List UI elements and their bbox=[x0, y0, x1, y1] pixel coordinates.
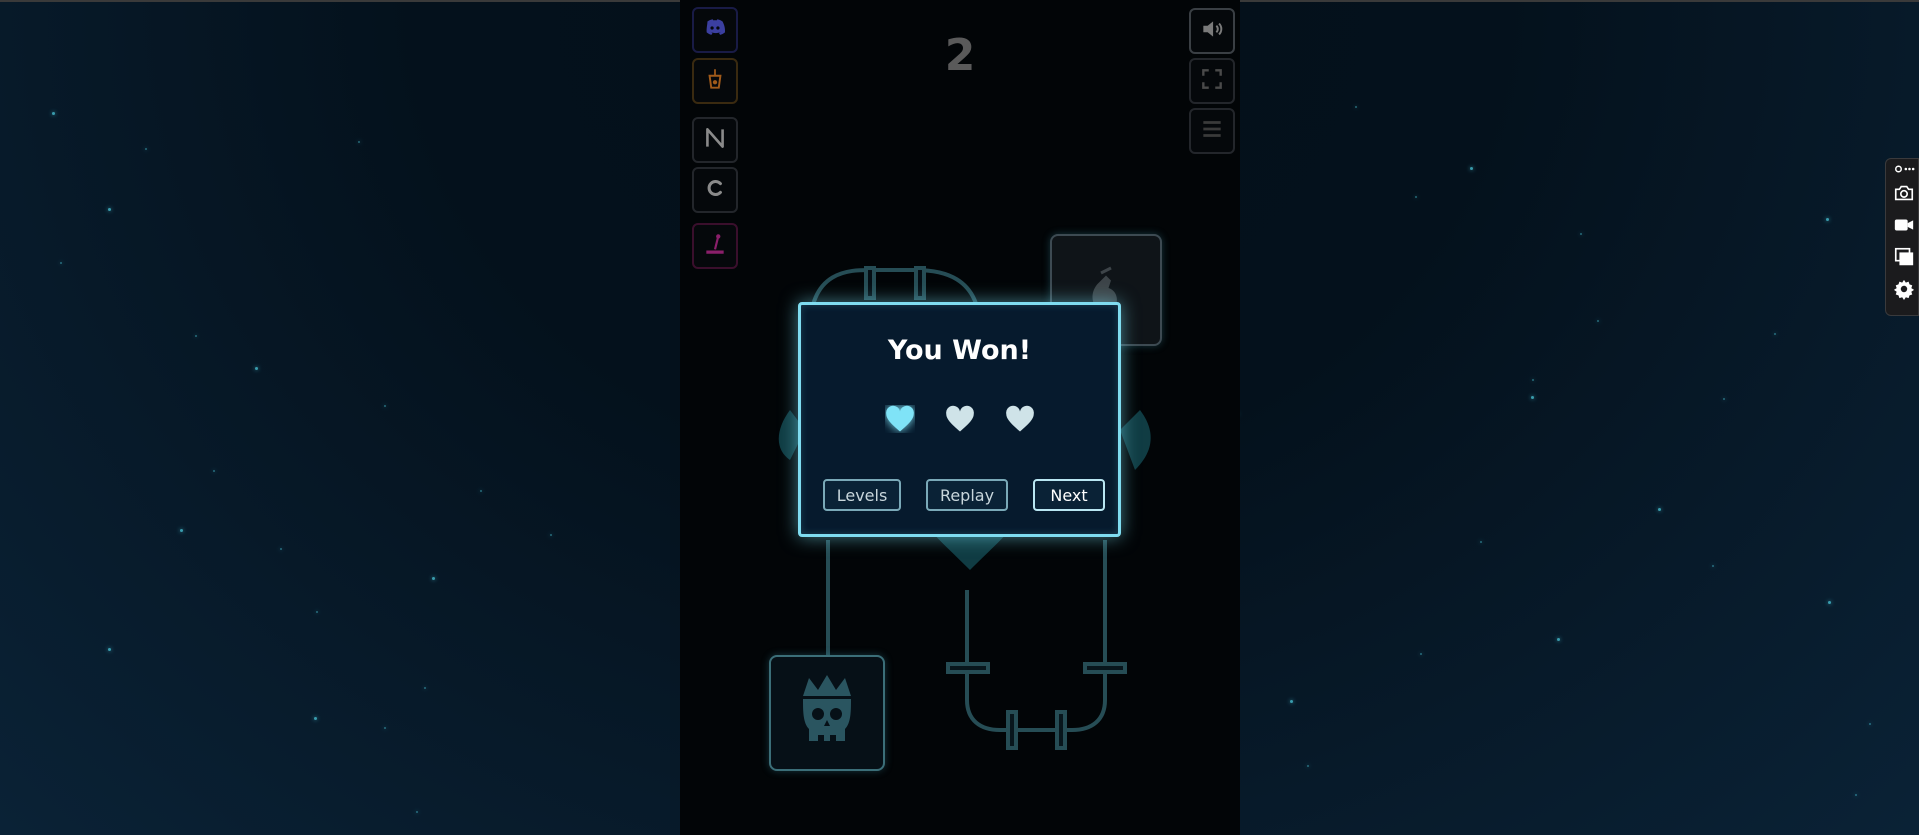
star bbox=[1307, 765, 1309, 767]
star bbox=[480, 490, 482, 492]
star bbox=[1580, 233, 1582, 235]
cup-icon bbox=[702, 66, 728, 96]
star bbox=[384, 727, 386, 729]
replay-button[interactable]: Replay bbox=[926, 479, 1008, 511]
fullscreen-button[interactable] bbox=[1189, 58, 1235, 104]
star bbox=[432, 577, 435, 580]
star bbox=[1532, 379, 1534, 381]
star bbox=[384, 405, 386, 407]
star bbox=[1420, 653, 1422, 655]
star bbox=[108, 208, 111, 211]
star bbox=[1826, 218, 1829, 221]
skull-crown-icon bbox=[791, 666, 863, 760]
star bbox=[1531, 396, 1534, 399]
win-dialog: You Won! Levels Replay Next bbox=[798, 302, 1121, 537]
star bbox=[213, 470, 215, 472]
star bbox=[145, 148, 147, 150]
hamburger-icon bbox=[1199, 116, 1225, 146]
star bbox=[316, 611, 318, 613]
next-button[interactable]: Next bbox=[1033, 479, 1105, 511]
near-logo-icon bbox=[702, 125, 728, 155]
fullscreen-icon bbox=[1199, 66, 1225, 96]
level-score: 2 bbox=[944, 30, 976, 81]
star bbox=[280, 548, 282, 550]
star bbox=[1355, 106, 1357, 108]
skull-king-tile bbox=[769, 655, 885, 771]
star bbox=[1470, 167, 1473, 170]
star bbox=[108, 648, 111, 651]
star bbox=[180, 529, 183, 532]
star bbox=[1557, 638, 1560, 641]
star bbox=[1828, 601, 1831, 604]
speaker-icon bbox=[1199, 16, 1225, 46]
dialog-title: You Won! bbox=[887, 335, 1032, 366]
discord-button[interactable] bbox=[692, 7, 738, 53]
star bbox=[1712, 565, 1714, 567]
menu-button[interactable] bbox=[1189, 108, 1235, 154]
star bbox=[1415, 196, 1417, 198]
star bbox=[1597, 320, 1599, 322]
star bbox=[195, 335, 197, 337]
star bbox=[1290, 700, 1293, 703]
star bbox=[424, 687, 426, 689]
drink-button[interactable] bbox=[692, 58, 738, 104]
star bbox=[255, 367, 258, 370]
levels-button[interactable]: Levels bbox=[823, 479, 901, 511]
link-more-icon[interactable] bbox=[1892, 161, 1916, 177]
star bbox=[550, 534, 552, 536]
heart-icon-empty bbox=[945, 405, 975, 437]
sound-button[interactable] bbox=[1189, 8, 1235, 54]
heart-icon-empty bbox=[1005, 405, 1035, 437]
star bbox=[416, 811, 418, 813]
star bbox=[1774, 333, 1776, 335]
star bbox=[358, 141, 360, 143]
star bbox=[314, 717, 317, 720]
star bbox=[1480, 541, 1482, 543]
near-button[interactable] bbox=[692, 117, 738, 163]
star bbox=[60, 262, 62, 264]
star bbox=[1658, 508, 1661, 511]
window-icon[interactable] bbox=[1892, 245, 1916, 269]
gear-icon[interactable] bbox=[1892, 277, 1916, 301]
capture-toolbar bbox=[1885, 158, 1919, 316]
discord-icon bbox=[702, 15, 728, 45]
camera-icon[interactable] bbox=[1892, 181, 1916, 205]
heart-icon-filled bbox=[885, 405, 915, 437]
star bbox=[52, 112, 55, 115]
star bbox=[1869, 723, 1871, 725]
hearts-rating bbox=[801, 405, 1118, 437]
star bbox=[1855, 794, 1857, 796]
dialog-buttons: Levels Replay Next bbox=[823, 479, 1105, 511]
star bbox=[1723, 398, 1725, 400]
video-icon[interactable] bbox=[1892, 213, 1916, 237]
